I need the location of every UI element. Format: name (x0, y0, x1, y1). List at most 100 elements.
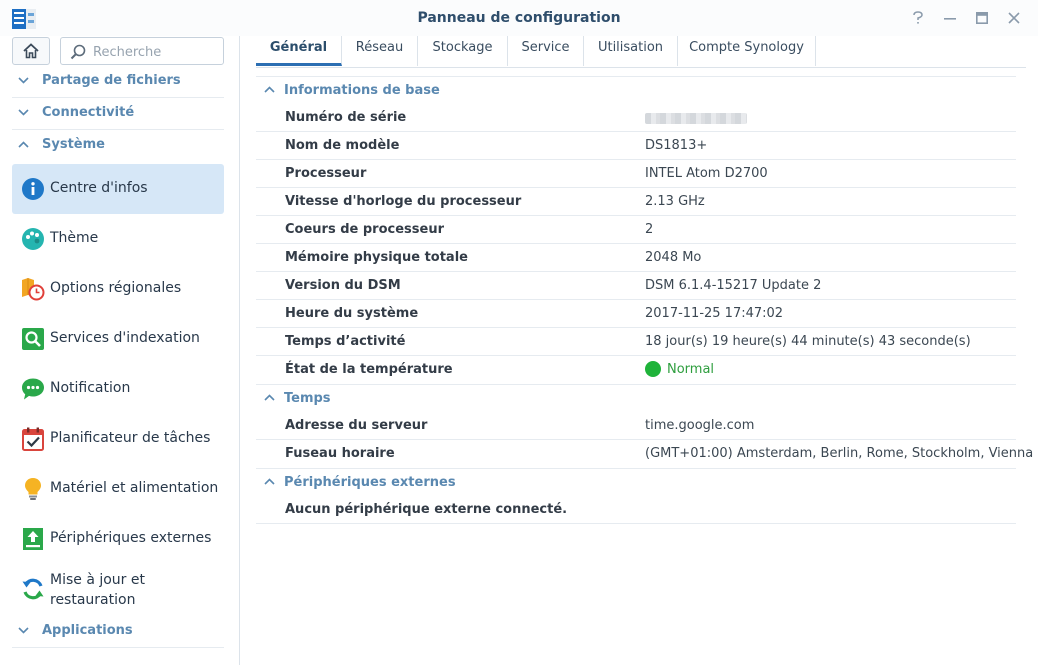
info-value: 2048 Mo (645, 250, 702, 265)
info-label: Nom de modèle (285, 138, 400, 153)
sidebar-item-indexing-services[interactable]: Services d'indexation (12, 314, 224, 364)
info-row-memory: Mémoire physique totale 2048 Mo (256, 244, 1016, 272)
index-search-icon (22, 328, 44, 350)
chevron-up-icon (18, 141, 29, 148)
sidebar-item-update-restore[interactable]: Mise à jour et restauration (12, 564, 224, 614)
info-row-processor: Processeur INTEL Atom D2700 (256, 160, 1016, 188)
info-label: Temps d’activité (285, 334, 406, 349)
info-label: Processeur (285, 166, 367, 181)
category-system[interactable]: Système (12, 130, 224, 162)
info-row-time-server: Adresse du serveur time.google.com (256, 412, 1016, 440)
info-label: Numéro de série (285, 110, 407, 125)
category-applications[interactable]: Applications (12, 616, 224, 648)
info-row-cpu-cores: Coeurs de processeur 2 (256, 216, 1016, 244)
info-icon (22, 178, 44, 200)
tab-synology-account[interactable]: Compte Synology (678, 36, 816, 66)
tab-storage[interactable]: Stockage (418, 36, 508, 66)
info-row-temperature: État de la température Normal (256, 356, 1016, 384)
info-row-serial: Numéro de série (256, 104, 1016, 132)
sidebar: Partage de fichiers Connectivité Système… (0, 36, 240, 665)
info-label: Vitesse d'horloge du processeur (285, 194, 522, 209)
section-title: Informations de base (284, 83, 440, 98)
info-value: 2.13 GHz (645, 194, 705, 209)
info-value: DS1813+ (645, 138, 708, 153)
sidebar-item-label: Mise à jour et restauration (50, 570, 145, 610)
upload-device-icon (23, 528, 43, 550)
search-icon (70, 44, 86, 60)
section-title: Périphériques externes (284, 475, 456, 490)
main-panel: Général Réseau Stockage Service Utilisat… (240, 36, 1038, 665)
label-line-2: restauration (50, 592, 136, 608)
tab-general[interactable]: Général (256, 36, 342, 66)
info-row-uptime: Temps d’activité 18 jour(s) 19 heure(s) … (256, 328, 1016, 356)
palette-icon (22, 228, 44, 250)
tab-service[interactable]: Service (508, 36, 584, 66)
temperature-status: Normal (667, 362, 715, 377)
section-external-devices-header[interactable]: Périphériques externes (256, 468, 1016, 496)
tab-bar: Général Réseau Stockage Service Utilisat… (256, 36, 1026, 68)
info-value: 2017-11-25 17:47:02 (645, 306, 784, 321)
chevron-up-icon (264, 86, 275, 93)
window-title: Panneau de configuration (417, 10, 621, 26)
info-label: Adresse du serveur (285, 418, 428, 433)
sidebar-item-external-devices[interactable]: Périphériques externes (12, 514, 224, 564)
empty-message: Aucun périphérique externe connecté. (285, 502, 568, 517)
sidebar-item-label: Planificateur de tâches (50, 430, 211, 446)
info-row-cpu-clock: Vitesse d'horloge du processeur 2.13 GHz (256, 188, 1016, 216)
sidebar-item-label: Centre d'infos (50, 180, 148, 196)
info-label: Fuseau horaire (285, 446, 395, 461)
section-basic-info-header[interactable]: Informations de base (256, 76, 1016, 104)
search-input[interactable] (91, 41, 221, 63)
section-title: Temps (284, 391, 331, 406)
info-row-timezone: Fuseau horaire (GMT+01:00) Amsterdam, Be… (256, 440, 1033, 468)
info-value: DSM 6.1.4-15217 Update 2 (645, 278, 822, 293)
help-icon[interactable] (908, 8, 928, 28)
sidebar-item-notification[interactable]: Notification (12, 364, 224, 414)
label-line-1: Mise à jour et (50, 572, 145, 588)
info-row-no-external-devices: Aucun périphérique externe connecté. (256, 496, 1016, 524)
info-value: time.google.com (645, 418, 755, 433)
chat-bubble-icon (22, 378, 44, 400)
sidebar-item-task-scheduler[interactable]: Planificateur de tâches (12, 414, 224, 464)
info-label: Mémoire physique totale (285, 250, 468, 265)
regional-clock-icon (22, 278, 45, 301)
sidebar-item-label: Services d'indexation (50, 330, 200, 346)
chevron-up-icon (264, 478, 275, 485)
sidebar-item-label: Matériel et alimentation (50, 480, 219, 496)
refresh-icon (22, 578, 44, 600)
sidebar-item-regional-options[interactable]: Options régionales (12, 264, 224, 314)
sidebar-item-info-center[interactable]: Centre d'infos (12, 164, 224, 214)
info-row-model: Nom de modèle DS1813+ (256, 132, 1016, 160)
info-row-dsm-version: Version du DSM DSM 6.1.4-15217 Update 2 (256, 272, 1016, 300)
sidebar-item-hardware-power[interactable]: Matériel et alimentation (12, 464, 224, 514)
sidebar-item-label: Thème (50, 230, 99, 246)
tab-usage[interactable]: Utilisation (584, 36, 678, 66)
info-value: INTEL Atom D2700 (645, 166, 768, 181)
home-button[interactable] (12, 37, 50, 65)
section-time-header[interactable]: Temps (256, 384, 1016, 412)
category-label: Applications (42, 623, 133, 638)
tab-network[interactable]: Réseau (342, 36, 418, 66)
lightbulb-icon (25, 478, 41, 500)
calendar-check-icon (22, 427, 44, 451)
serial-number-redacted (645, 113, 747, 124)
category-file-sharing[interactable]: Partage de fichiers (12, 66, 224, 98)
close-icon[interactable] (1004, 8, 1024, 28)
sidebar-item-label: Notification (50, 380, 131, 396)
info-label: Heure du système (285, 306, 419, 321)
category-label: Connectivité (42, 105, 135, 120)
info-label: Coeurs de processeur (285, 222, 444, 237)
sidebar-item-theme[interactable]: Thème (12, 214, 224, 264)
chevron-down-icon (18, 109, 29, 116)
minimize-icon[interactable] (940, 8, 960, 28)
home-icon (23, 43, 39, 59)
info-value: 2 (645, 222, 654, 237)
info-value: (GMT+01:00) Amsterdam, Berlin, Rome, Sto… (645, 446, 1034, 461)
info-label: Version du DSM (285, 278, 401, 293)
maximize-icon[interactable] (972, 8, 992, 28)
sidebar-item-label: Périphériques externes (50, 530, 212, 546)
category-label: Partage de fichiers (42, 73, 181, 88)
info-label: État de la température (285, 362, 453, 377)
chevron-up-icon (264, 394, 275, 401)
category-connectivity[interactable]: Connectivité (12, 98, 224, 130)
